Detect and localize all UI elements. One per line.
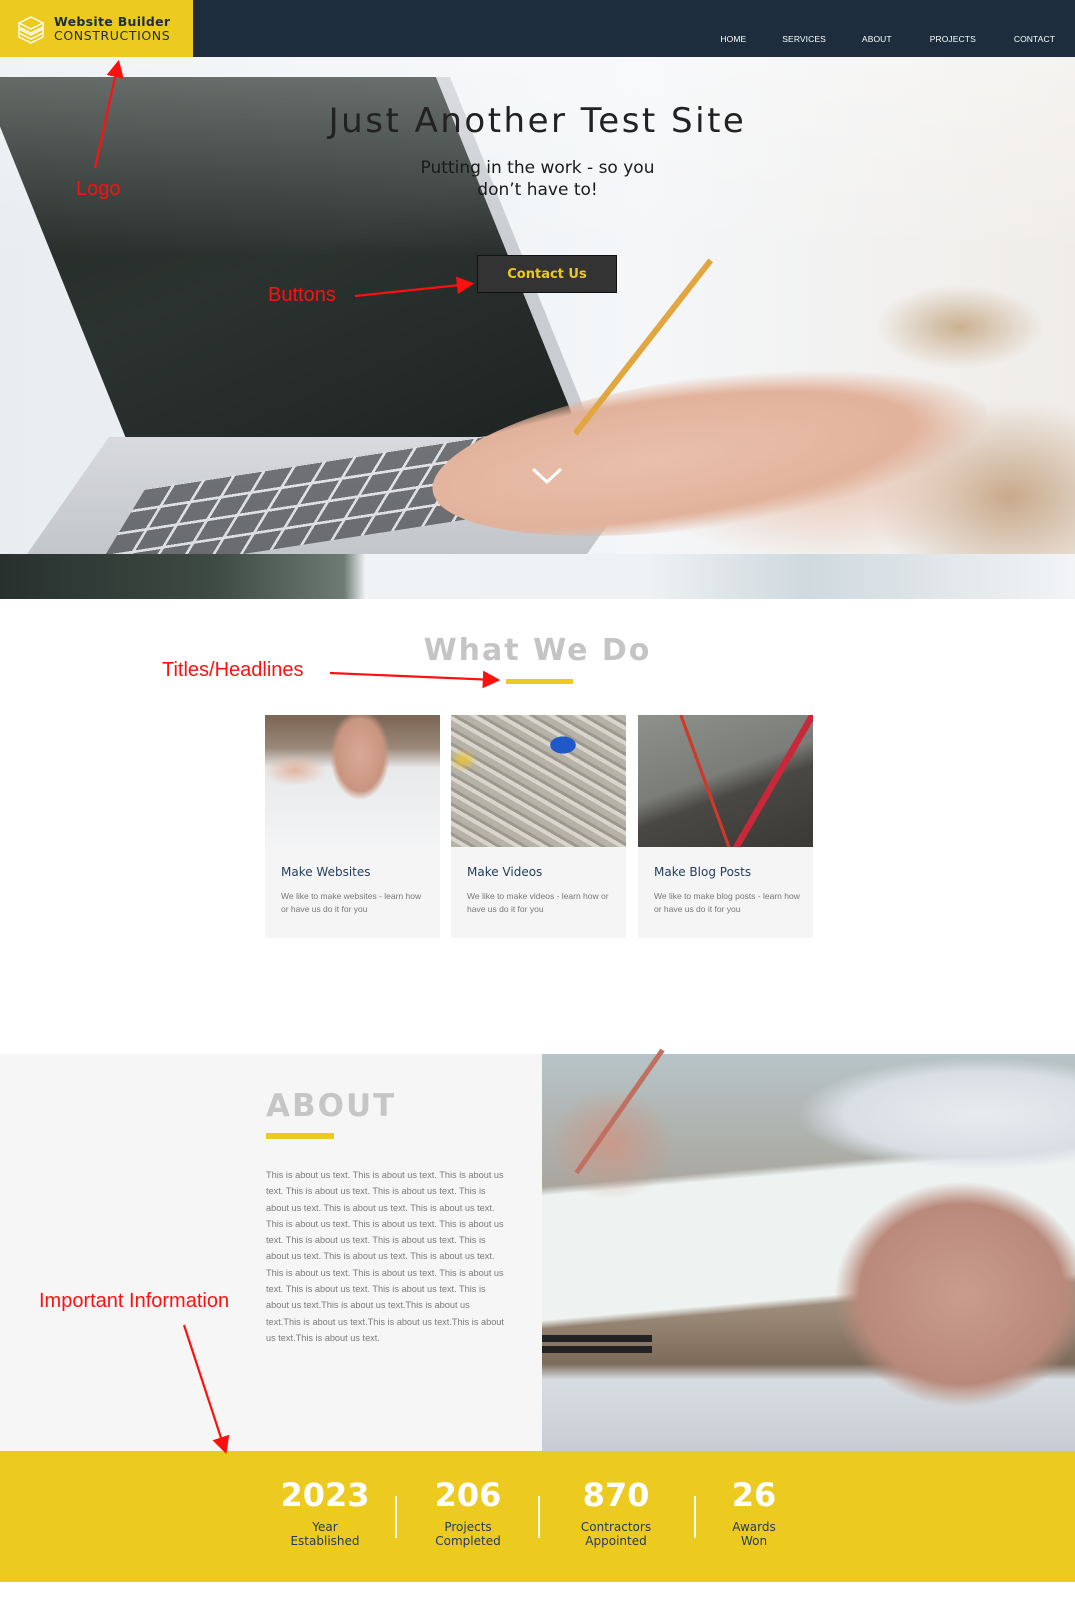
blueprint-hands-photo [265, 715, 440, 847]
logo[interactable]: Website Builder CONSTRUCTIONS [0, 0, 193, 57]
about-underline [266, 1133, 334, 1139]
card-description: We like to make blog posts - learn how o… [654, 891, 800, 914]
stat-contractors-appointed: 870 Contractors Appointed [546, 1475, 686, 1548]
annotation-important-information: Important Information [39, 1290, 230, 1312]
stat-value: 2023 [280, 1476, 370, 1514]
stat-year-established: 2023 Year Established [255, 1475, 395, 1548]
hero-subtitle-line-1: Putting in the work - so you [420, 158, 655, 178]
stat-label-line-2: Completed [435, 1534, 501, 1548]
about-body: This is about us text. This is about us … [266, 1170, 504, 1343]
nav-about[interactable]: ABOUT [862, 34, 892, 44]
stat-divider [395, 1496, 397, 1538]
stat-label-line-2: Won [740, 1534, 768, 1548]
annotation-buttons: Buttons [268, 284, 336, 306]
stat-value: 26 [731, 1476, 777, 1514]
nav-home[interactable]: HOME [720, 34, 746, 44]
stat-label: Contractors Appointed [546, 1520, 686, 1548]
logo-line-2: CONSTRUCTIONS [54, 27, 171, 43]
what-we-do-underline [506, 679, 573, 684]
stat-value: 206 [434, 1476, 502, 1514]
stat-label: Awards Won [684, 1520, 824, 1548]
stat-label-line-2: Appointed [585, 1534, 647, 1548]
construction-site-aerial-photo [638, 715, 813, 847]
nav-contact[interactable]: CONTACT [1014, 34, 1055, 44]
stat-label: Year Established [255, 1520, 395, 1548]
chevron-down-icon[interactable] [530, 465, 564, 487]
stat-awards-won: 26 Awards Won [684, 1475, 824, 1548]
about-photo-pens [542, 1335, 652, 1355]
stat-label-line-1: Contractors [580, 1520, 652, 1534]
site-header: Website Builder CONSTRUCTIONS HOME SERVI… [0, 0, 1075, 57]
hero-section: Just Another Test Site Putting in the wo… [0, 57, 1075, 554]
hero-title: Just Another Test Site [328, 101, 747, 141]
stat-divider [538, 1496, 540, 1538]
layered-cube-icon [17, 15, 45, 44]
card-description: We like to make videos - learn how or ha… [467, 891, 609, 914]
planning-meeting-photo [542, 1054, 1075, 1451]
stat-label-line-1: Awards [732, 1520, 776, 1534]
card-title: Make Blog Posts [654, 865, 752, 879]
annotation-logo: Logo [76, 178, 121, 200]
arrow-to-title [329, 670, 501, 689]
architecture-model-photo [451, 715, 626, 847]
card-title: Make Websites [281, 865, 371, 879]
service-card-blog[interactable]: Make Blog Posts We like to make blog pos… [638, 715, 813, 938]
main-nav: HOME SERVICES ABOUT PROJECTS CONTACT [720, 0, 1075, 57]
stat-projects-completed: 206 Projects Completed [398, 1475, 538, 1548]
stat-value: 870 [582, 1476, 650, 1514]
stat-label-line-1: Year [312, 1520, 338, 1534]
stat-label: Projects Completed [398, 1520, 538, 1548]
logo-line-1: Website Builder [54, 13, 171, 29]
annotation-titles: Titles/Headlines [162, 659, 304, 681]
hero-bottom-strip [0, 554, 1075, 599]
hero-subtitle-line-2: don’t have to! [477, 180, 598, 200]
nav-projects[interactable]: PROJECTS [930, 34, 976, 44]
stat-label-line-2: Established [290, 1534, 360, 1548]
logo-text: Website Builder CONSTRUCTIONS [54, 13, 171, 43]
service-card-videos[interactable]: Make Videos We like to make videos - lea… [451, 715, 626, 938]
stat-label-line-1: Projects [444, 1520, 492, 1534]
nav-services[interactable]: SERVICES [782, 34, 826, 44]
hero-subtitle: Putting in the work - so you don’t have … [0, 157, 1075, 201]
service-card-websites[interactable]: Make Websites We like to make websites -… [265, 715, 440, 938]
contact-us-button[interactable]: Contact Us [477, 255, 617, 293]
about-title: ABOUT [266, 1088, 397, 1124]
card-description: We like to make websites - learn how or … [281, 891, 422, 914]
card-title: Make Videos [467, 865, 543, 879]
